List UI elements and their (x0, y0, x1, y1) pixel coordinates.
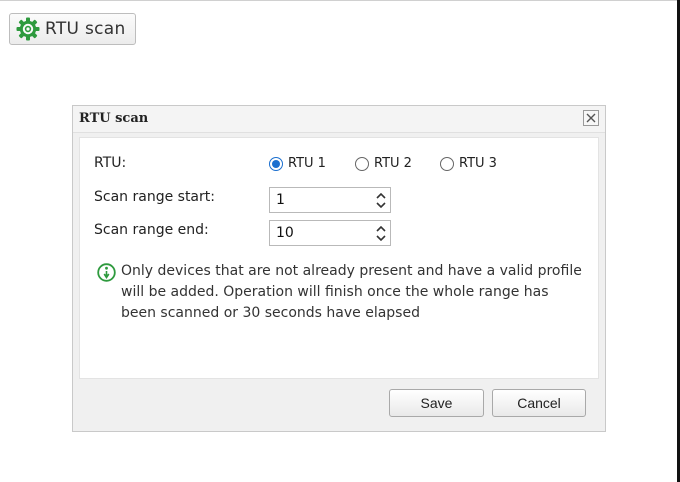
chevron-up-icon[interactable] (375, 224, 387, 233)
radio-rtu-2-label: RTU 2 (374, 156, 412, 171)
rtu-scan-button[interactable]: RTU scan (9, 13, 136, 45)
cancel-button[interactable]: Cancel (492, 389, 586, 417)
scan-range-start-label: Scan range start: (94, 189, 215, 205)
info-message: Only devices that are not already presen… (121, 263, 582, 321)
chevron-up-icon[interactable] (375, 191, 387, 200)
rtu-scan-dialog: RTU scan RTU: RTU 1 RTU 2 RTU 3 Scan ran… (72, 105, 606, 432)
scan-range-end-stepper[interactable]: 10 (269, 220, 391, 246)
dialog-body: RTU: RTU 1 RTU 2 RTU 3 Scan range start:… (79, 137, 599, 379)
scan-range-end-value: 10 (276, 225, 294, 241)
dialog-header: RTU scan (73, 106, 605, 133)
radio-rtu-1-label: RTU 1 (288, 156, 326, 171)
radio-rtu-3-label: RTU 3 (459, 156, 497, 171)
rtu-label: RTU: (94, 155, 127, 171)
info-icon (97, 263, 116, 282)
gear-icon (15, 16, 41, 42)
scan-range-start-value: 1 (276, 192, 285, 208)
scan-range-start-stepper[interactable]: 1 (269, 187, 391, 213)
chevron-down-icon[interactable] (375, 200, 387, 209)
radio-rtu-2-indicator (355, 156, 369, 171)
top-border (0, 0, 678, 1)
radio-rtu-1[interactable]: RTU 1 (269, 156, 326, 171)
chevron-down-icon[interactable] (375, 233, 387, 242)
scan-range-end-label: Scan range end: (94, 222, 209, 238)
save-button[interactable]: Save (389, 389, 484, 417)
radio-rtu-3[interactable]: RTU 3 (440, 156, 497, 171)
dialog-title: RTU scan (79, 111, 149, 126)
radio-rtu-2[interactable]: RTU 2 (355, 156, 412, 171)
radio-rtu-1-indicator (269, 156, 283, 171)
rtu-scan-button-label: RTU scan (45, 19, 126, 39)
radio-rtu-3-indicator (440, 156, 454, 171)
close-icon (586, 113, 596, 123)
close-button[interactable] (583, 110, 599, 126)
